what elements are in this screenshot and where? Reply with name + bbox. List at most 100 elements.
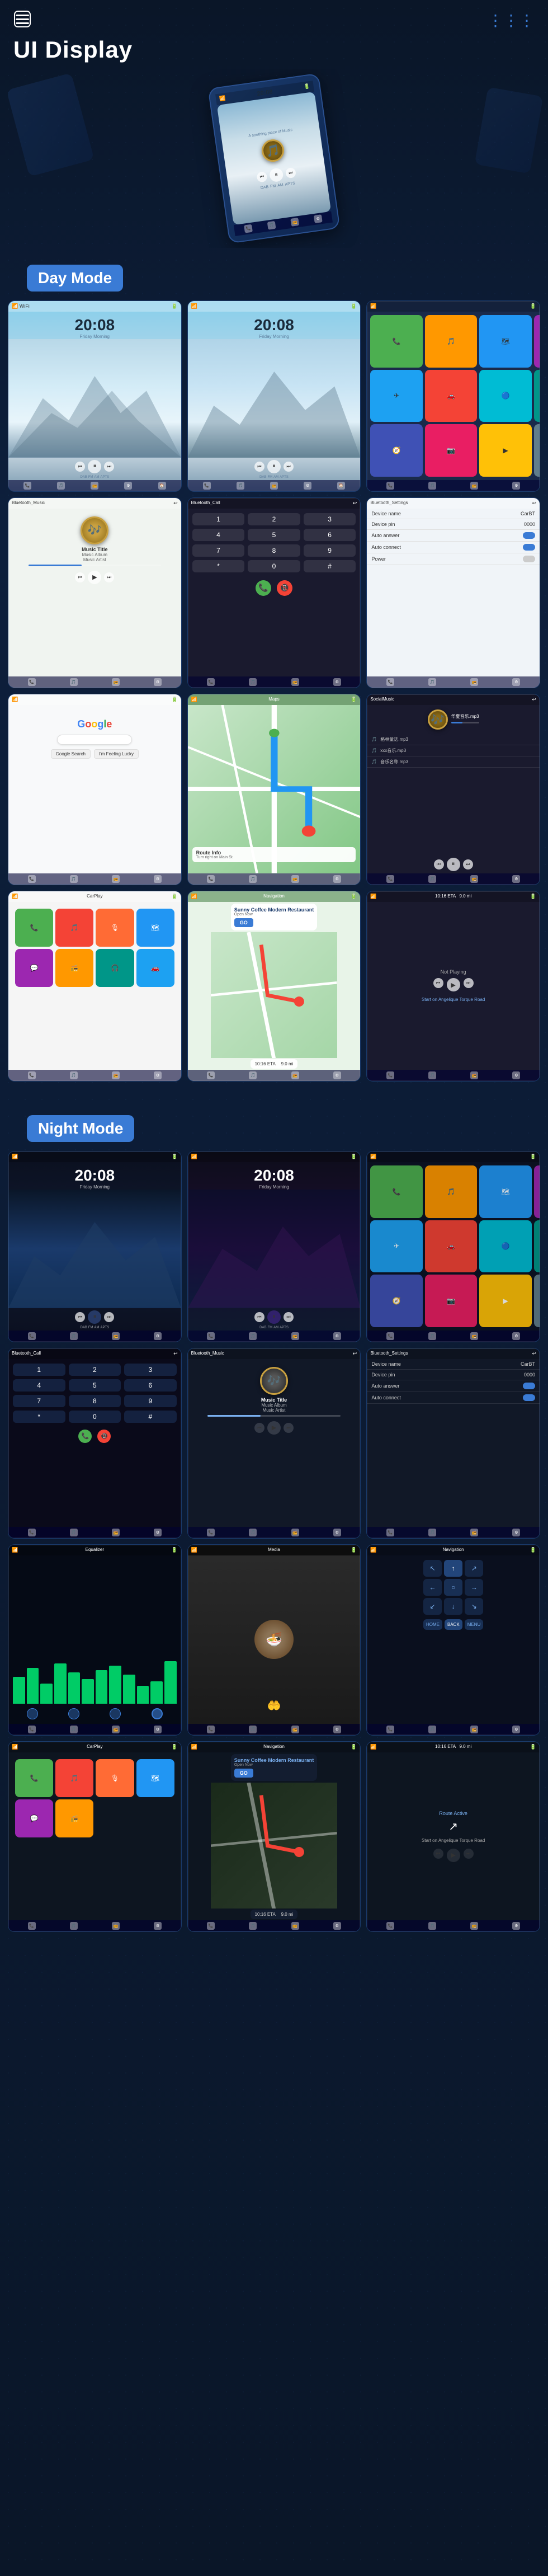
np-next[interactable]: ⏭ — [464, 978, 474, 988]
night-key-4[interactable]: 4 — [13, 1379, 65, 1392]
night-h2-play[interactable]: ⏸ — [267, 1310, 281, 1324]
night-cp-music[interactable]: 🎵 — [55, 1759, 93, 1797]
key-hash[interactable]: # — [304, 560, 356, 572]
google-search-bar[interactable] — [57, 735, 132, 745]
hero-play-btn[interactable]: ⏸ — [269, 167, 284, 182]
app-nav[interactable]: 🧭 — [370, 424, 423, 477]
night-app-settings[interactable]: ⚙ — [534, 1165, 540, 1218]
nav-up[interactable]: ↑ — [444, 1560, 462, 1577]
nav-down[interactable]: ↓ — [444, 1598, 462, 1615]
night-route-play[interactable]: ▶ — [447, 1849, 460, 1862]
day-h1-play[interactable]: ⏸ — [88, 460, 101, 473]
night-app-carplay[interactable]: 🍎 — [534, 1275, 540, 1327]
app-settings[interactable]: ⚙ — [534, 315, 540, 368]
night-app-maps[interactable]: 🗺 — [479, 1165, 532, 1218]
key-1[interactable]: 1 — [192, 513, 245, 525]
cp-spotify[interactable]: 🎧 — [96, 949, 134, 987]
night-route-next[interactable]: ⏭ — [464, 1849, 474, 1859]
night-cp-podcast[interactable]: 🎙 — [96, 1759, 134, 1797]
call-end-btn[interactable]: 📵 — [277, 580, 292, 596]
night-call-end[interactable]: 📵 — [97, 1430, 111, 1443]
night-key-1[interactable]: 1 — [13, 1364, 65, 1376]
nav-up-left[interactable]: ↖ — [423, 1560, 442, 1577]
app-maps[interactable]: 🗺 — [479, 315, 532, 368]
cp-phone[interactable]: 📞 — [15, 909, 53, 947]
key-8[interactable]: 8 — [248, 544, 300, 557]
hero-bb-1[interactable]: 📞 — [244, 224, 253, 233]
nav-up-right[interactable]: ↗ — [465, 1560, 483, 1577]
hero-next-btn[interactable]: ⏭ — [285, 167, 296, 178]
app-phone[interactable]: 📞 — [370, 315, 423, 368]
key-star[interactable]: * — [192, 560, 245, 572]
nav-down-right[interactable]: ↘ — [465, 1598, 483, 1615]
night-music-play[interactable]: ▶ — [267, 1421, 281, 1435]
social-prev[interactable]: ⏮ — [434, 859, 444, 869]
day-music-next[interactable]: ⏭ — [104, 572, 114, 582]
cp-maps[interactable]: 🗺 — [136, 909, 174, 947]
night-h1-prev[interactable]: ⏮ — [75, 1312, 85, 1322]
app-waze[interactable]: 🚗 — [425, 370, 478, 422]
power-toggle[interactable] — [523, 556, 535, 562]
social-next[interactable]: ⏭ — [463, 859, 473, 869]
google-search-btn[interactable]: Google Search — [51, 749, 91, 759]
night-h2-next[interactable]: ⏭ — [284, 1312, 294, 1322]
night-app-telegram[interactable]: ✈ — [370, 1220, 423, 1273]
night-cp-phone[interactable]: 📞 — [15, 1759, 53, 1797]
day-h1-next[interactable]: ⏭ — [104, 462, 114, 472]
night-app-music[interactable]: 🎵 — [425, 1165, 478, 1218]
key-0[interactable]: 0 — [248, 560, 300, 572]
key-3[interactable]: 3 — [304, 513, 356, 525]
night-app-waze[interactable]: 🚗 — [425, 1220, 478, 1273]
nav-right[interactable]: → — [465, 1579, 483, 1596]
cp-music[interactable]: 🎵 — [55, 909, 93, 947]
app-carplay[interactable]: 🍎 — [534, 424, 540, 477]
day-h2-next[interactable]: ⏭ — [284, 462, 294, 472]
eq-knob-3[interactable] — [110, 1708, 121, 1719]
nav-dots-icon[interactable]: ⋮⋮⋮ — [488, 11, 535, 30]
auto-answer-toggle[interactable] — [523, 532, 535, 539]
cp-podcast2[interactable]: 📻 — [55, 949, 93, 987]
hamburger-icon[interactable] — [13, 10, 31, 31]
key-7[interactable]: 7 — [192, 544, 245, 557]
night-key-5[interactable]: 5 — [69, 1379, 121, 1392]
np-play[interactable]: ▶ — [447, 978, 460, 991]
night-key-6[interactable]: 6 — [124, 1379, 177, 1392]
cp-messages[interactable]: 💬 — [15, 949, 53, 987]
hero-bb-2[interactable]: 🎵 — [267, 221, 276, 230]
night-cp-maps[interactable]: 🗺 — [136, 1759, 174, 1797]
night-app-bt2[interactable]: BT — [534, 1220, 540, 1273]
hero-prev-btn[interactable]: ⏮ — [256, 171, 267, 182]
auto-connect-toggle[interactable] — [523, 544, 535, 551]
nav-home-btn[interactable]: HOME — [423, 1619, 442, 1630]
night-app-media[interactable]: 📷 — [425, 1275, 478, 1327]
night-route-prev[interactable]: ⏮ — [433, 1849, 443, 1859]
app-video[interactable]: ▶ — [479, 424, 532, 477]
night-app-nav[interactable]: 🧭 — [370, 1275, 423, 1327]
night-key-9[interactable]: 9 — [124, 1395, 177, 1407]
eq-knob-4[interactable] — [152, 1708, 163, 1719]
nav-menu-btn[interactable]: MENU — [465, 1619, 484, 1630]
night-auto-connect-toggle[interactable] — [523, 1394, 535, 1401]
social-track-1[interactable]: 🎵 格林童话.mp3 — [367, 734, 540, 745]
social-track-2[interactable]: 🎵 xxx音乐.mp3 — [367, 745, 540, 756]
day-h1-prev[interactable]: ⏮ — [75, 462, 85, 472]
nav-down-left[interactable]: ↙ — [423, 1598, 442, 1615]
hero-bb-4[interactable]: ⚙ — [314, 214, 323, 223]
google-lucky-btn[interactable]: I'm Feeling Lucky — [94, 749, 139, 759]
night-cp-podcast2[interactable]: 📻 — [55, 1799, 93, 1837]
key-2[interactable]: 2 — [248, 513, 300, 525]
nav-left[interactable]: ← — [423, 1579, 442, 1596]
key-9[interactable]: 9 — [304, 544, 356, 557]
key-5[interactable]: 5 — [248, 529, 300, 541]
np-prev[interactable]: ⏮ — [433, 978, 443, 988]
day-music-play[interactable]: ▶ — [88, 571, 101, 584]
night-cp-messages[interactable]: 💬 — [15, 1799, 53, 1837]
night-key-8[interactable]: 8 — [69, 1395, 121, 1407]
night-app-video[interactable]: ▶ — [479, 1275, 532, 1327]
social-track-3[interactable]: 🎵 音乐名称.mp3 — [367, 756, 540, 768]
night-call-accept[interactable]: 📞 — [78, 1430, 92, 1443]
key-4[interactable]: 4 — [192, 529, 245, 541]
nav-center[interactable]: ○ — [444, 1579, 462, 1596]
go-button[interactable]: GO — [234, 918, 253, 927]
night-app-phone[interactable]: 📞 — [370, 1165, 423, 1218]
